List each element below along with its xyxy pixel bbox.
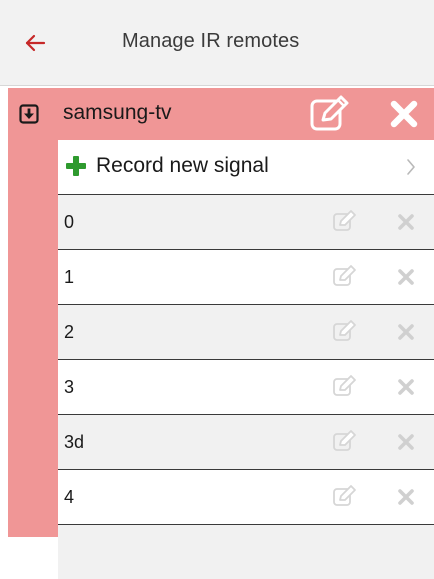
signal-row[interactable]: 4 — [58, 469, 434, 524]
signal-label: 3 — [64, 377, 75, 397]
signal-row-partial[interactable] — [58, 524, 434, 579]
signal-label: 3d — [64, 432, 85, 452]
signal-row[interactable]: 0 — [58, 194, 434, 249]
edit-icon[interactable] — [332, 264, 358, 288]
remote-name: samsung-tv — [63, 101, 172, 124]
signal-label: 1 — [64, 267, 75, 287]
edit-icon[interactable] — [332, 429, 358, 453]
edit-icon[interactable] — [309, 93, 351, 133]
close-icon[interactable] — [397, 213, 415, 231]
edit-icon[interactable] — [332, 374, 358, 398]
close-icon[interactable] — [397, 268, 415, 286]
back-button[interactable] — [18, 26, 52, 60]
close-icon[interactable] — [386, 96, 422, 132]
chevron-right-icon — [407, 159, 415, 175]
signal-label: 0 — [64, 212, 75, 232]
close-icon[interactable] — [397, 433, 415, 451]
remote-group-header[interactable]: samsung-tv — [8, 88, 434, 140]
edit-icon[interactable] — [332, 319, 358, 343]
arrow-left-icon — [25, 34, 46, 52]
signal-row[interactable]: 3 — [58, 359, 434, 414]
signal-label: 2 — [64, 322, 75, 342]
edit-icon[interactable] — [332, 209, 358, 233]
app-header: Manage IR remotes — [0, 0, 434, 86]
close-icon[interactable] — [397, 323, 415, 341]
record-new-signal-label: Record new signal — [96, 154, 269, 177]
close-icon[interactable] — [397, 488, 415, 506]
signal-label: 4 — [64, 487, 75, 507]
signal-row[interactable]: 1 — [58, 249, 434, 304]
signal-row[interactable]: 2 — [58, 304, 434, 359]
close-icon[interactable] — [397, 378, 415, 396]
signal-row[interactable]: 3d — [58, 414, 434, 469]
plus-icon — [66, 156, 86, 176]
edit-icon[interactable] — [332, 484, 358, 508]
page-title: Manage IR remotes — [122, 30, 300, 52]
signal-list: Record new signal 0 1 2 3 3d 4 — [58, 140, 434, 579]
record-new-signal-button[interactable]: Record new signal — [58, 140, 434, 194]
arrow-down-box-icon[interactable] — [19, 104, 39, 124]
